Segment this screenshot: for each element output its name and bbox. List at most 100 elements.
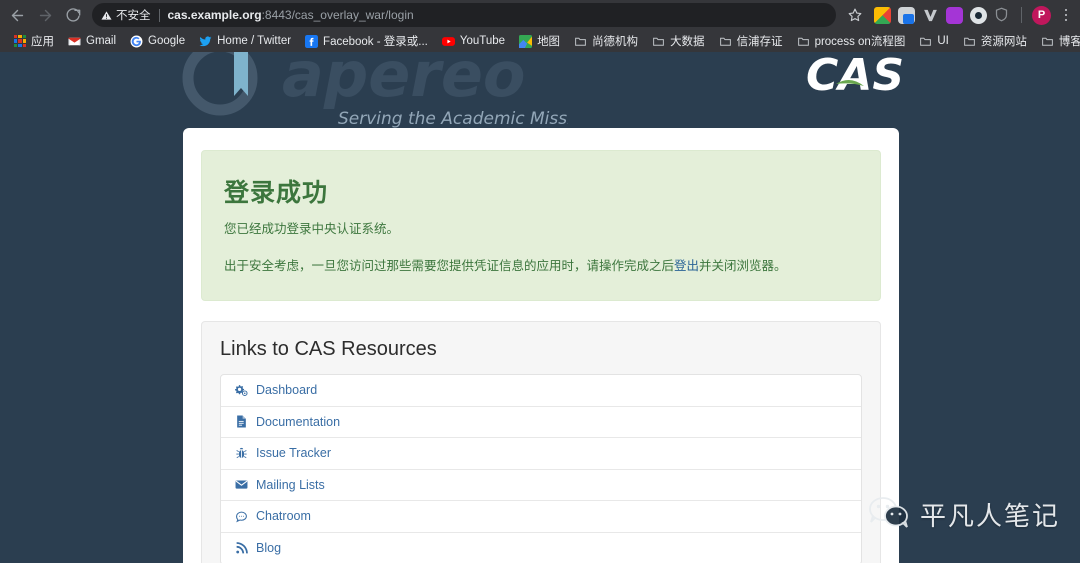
logout-link[interactable]: 登出 <box>674 259 699 273</box>
bookmark-folder-processon[interactable]: process on流程图 <box>790 31 913 51</box>
comment-icon <box>236 511 247 523</box>
toolbar-divider <box>1021 7 1022 23</box>
bookmark-label: 博客 <box>1058 36 1080 48</box>
bookmark-label: 信浦存证 <box>736 36 783 48</box>
gmail-icon <box>68 37 81 45</box>
bookmark-google[interactable]: Google <box>123 31 192 51</box>
bookmark-facebook[interactable]: Facebook - 登录或... <box>298 31 435 51</box>
file-text-icon <box>237 415 246 428</box>
extensions-area: P <box>868 5 1074 25</box>
alert-message-primary: 您已经成功登录中央认证系统。 <box>224 222 400 236</box>
vee-extension-icon[interactable] <box>922 7 939 24</box>
apereo-wordmark-icon: apereo Serving the Academic Mission <box>182 52 593 129</box>
rss-icon <box>236 541 248 554</box>
link-label: Chatroom <box>256 509 311 524</box>
alert-text-after-link: 并关闭浏览器。 <box>699 259 787 273</box>
bookmark-apps[interactable]: 应用 <box>7 31 61 51</box>
facebook-icon <box>305 34 319 48</box>
bookmark-gmail[interactable]: Gmail <box>61 31 123 51</box>
bookmark-label: 资源网站 <box>980 36 1027 48</box>
page-content: apereo Serving the Academic Mission CAS … <box>0 52 1080 563</box>
apereo-logo: apereo Serving the Academic Mission <box>178 52 593 135</box>
reload-icon <box>66 8 81 22</box>
login-success-alert: 登录成功 您已经成功登录中央认证系统。 出于安全考虑，一旦您访问过那些需要您提供… <box>201 150 881 301</box>
bookmark-youtube[interactable]: YouTube <box>435 31 512 51</box>
donut-extension-icon[interactable] <box>970 6 987 24</box>
alert-message-secondary: 出于安全考虑，一旦您访问过那些需要您提供凭证信息的应用时，请操作完成之后登出并关… <box>224 256 858 276</box>
v-glyph-icon <box>924 9 937 21</box>
bookmark-star-button[interactable] <box>844 4 866 26</box>
address-bar[interactable]: 不安全 cas.example.org:8443/cas_overlay_war… <box>92 3 836 27</box>
security-indicator[interactable]: 不安全 <box>101 7 151 23</box>
shield-glyph-icon <box>995 7 1008 21</box>
folder-icon <box>920 37 932 46</box>
folder-icon <box>575 37 586 46</box>
link-label: Issue Tracker <box>256 446 332 461</box>
bookmark-twitter[interactable]: Home / Twitter <box>192 31 298 51</box>
bookmarks-bar: 应用 Gmail Google Home / Twitter Facebook … <box>0 30 1080 52</box>
cas-logo-icon: CAS <box>806 52 904 101</box>
watermark-text: 平凡人笔记 <box>919 501 1060 532</box>
bookmark-folder-xinpu[interactable]: 信浦存证 <box>712 31 790 51</box>
link-issue-tracker[interactable]: Issue Tracker <box>221 438 861 470</box>
bookmark-label: UI <box>937 35 949 47</box>
link-documentation[interactable]: Documentation <box>221 407 861 438</box>
bookmark-folder-shangde[interactable]: 尚德机构 <box>567 31 645 51</box>
page-header: apereo Serving the Academic Mission CAS <box>0 52 1080 129</box>
folder-icon <box>797 37 809 46</box>
forward-button[interactable] <box>32 2 58 28</box>
twitter-icon <box>199 35 212 46</box>
cas-logo: CAS <box>806 52 904 105</box>
alert-text-before-link: 出于安全考虑，一旦您访问过那些需要您提供凭证信息的应用时，请操作完成之后 <box>224 259 675 273</box>
omnibox-divider <box>158 8 160 22</box>
link-mailing-lists[interactable]: Mailing Lists <box>221 470 861 501</box>
link-dashboard[interactable]: Dashboard <box>221 375 861 407</box>
envelope-icon <box>235 480 248 489</box>
svg-text:apereo: apereo <box>282 52 526 111</box>
cas-resources-panel: Links to CAS Resources Dashboard Documen… <box>201 321 881 563</box>
folder-icon <box>653 37 664 46</box>
warning-triangle-icon <box>101 10 112 20</box>
star-icon <box>848 8 862 22</box>
bookmark-label: Facebook - 登录或... <box>323 36 428 48</box>
url-path: :8443/cas_overlay_war/login <box>261 8 414 22</box>
panel-title: Links to CAS Resources <box>220 338 437 360</box>
link-chatroom[interactable]: Chatroom <box>221 501 861 533</box>
link-label: Dashboard <box>256 383 318 398</box>
locker-extension-icon[interactable] <box>898 6 915 24</box>
back-arrow-icon <box>11 9 23 21</box>
bookmark-folder-blog[interactable]: 博客 <box>1034 31 1080 51</box>
bug-icon <box>236 447 247 458</box>
apps-grid-icon <box>14 35 26 47</box>
browser-toolbar: 不安全 cas.example.org:8443/cas_overlay_war… <box>0 0 1080 30</box>
bookmark-folder-bigdata[interactable]: 大数据 <box>645 31 712 51</box>
link-label: Mailing Lists <box>256 477 325 492</box>
svg-text:Serving the Academic Mission: Serving the Academic Mission <box>338 109 568 129</box>
bookmark-maps[interactable]: 地图 <box>512 31 567 51</box>
resource-links-list: Dashboard Documentation Issue Tracker Ma… <box>220 374 862 563</box>
google-icon <box>130 35 143 47</box>
bookmark-folder-ui[interactable]: UI <box>912 31 956 51</box>
purple-extension-icon[interactable] <box>946 6 963 24</box>
url-text: cas.example.org:8443/cas_overlay_war/log… <box>168 8 414 22</box>
browser-window: 不安全 cas.example.org:8443/cas_overlay_war… <box>0 0 1080 563</box>
bookmark-label: process on流程图 <box>814 36 906 48</box>
link-blog[interactable]: Blog <box>221 533 861 563</box>
bookmark-folder-resources[interactable]: 资源网站 <box>956 31 1034 51</box>
security-label: 不安全 <box>116 10 151 22</box>
bookmark-label: 应用 <box>31 36 54 48</box>
link-label: Blog <box>256 541 282 556</box>
youtube-icon <box>441 36 455 46</box>
chrome-menu-button[interactable] <box>1058 8 1074 22</box>
bookmark-label: 尚德机构 <box>592 36 639 48</box>
shield-extension-icon[interactable] <box>994 7 1011 24</box>
google-photos-extension-icon[interactable] <box>874 6 891 24</box>
reload-button[interactable] <box>60 2 86 28</box>
url-host: cas.example.org <box>167 8 262 22</box>
bookmark-label: Google <box>148 35 186 47</box>
svg-text:CAS: CAS <box>806 52 902 100</box>
bookmark-label: YouTube <box>459 35 506 47</box>
back-button[interactable] <box>4 2 30 28</box>
gears-icon <box>235 384 248 396</box>
profile-avatar[interactable]: P <box>1032 5 1051 25</box>
